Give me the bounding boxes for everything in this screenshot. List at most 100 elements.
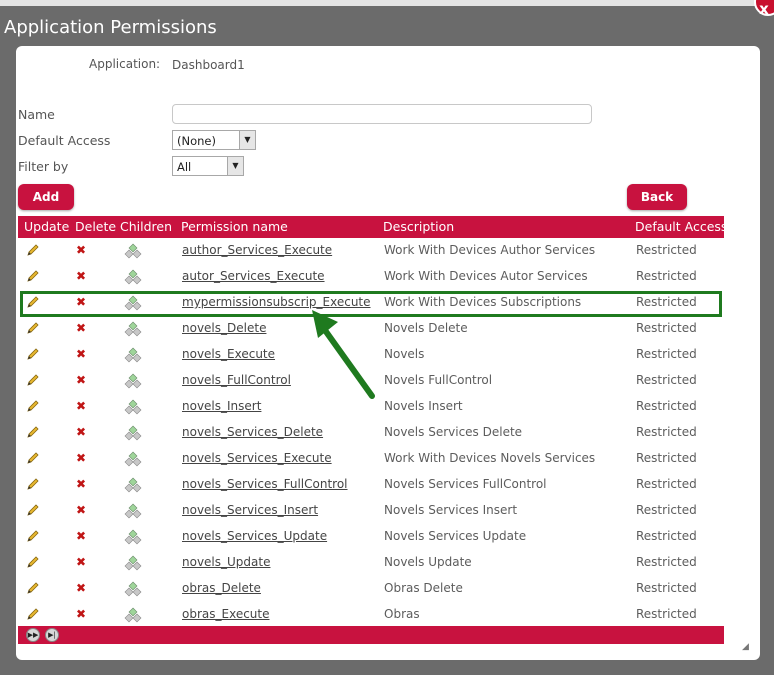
last-page-icon[interactable]: ▶| xyxy=(45,628,59,642)
delete-x-icon[interactable]: ✖ xyxy=(76,503,86,517)
pencil-icon[interactable] xyxy=(26,347,40,364)
delete-x-icon[interactable]: ✖ xyxy=(76,607,86,621)
table-row: ✖ obras_Execute Obras Restricted xyxy=(18,602,724,628)
pencil-icon[interactable] xyxy=(26,503,40,520)
children-icon[interactable] xyxy=(124,425,142,446)
default-access-value: Restricted xyxy=(636,503,697,517)
children-icon[interactable] xyxy=(124,555,142,576)
permission-description: Novels Insert xyxy=(384,399,463,413)
permission-name-link[interactable]: novels_Services_FullControl xyxy=(182,477,348,491)
permission-name-link[interactable]: novels_FullControl xyxy=(182,373,291,387)
pencil-icon[interactable] xyxy=(26,607,40,624)
application-value: Dashboard1 xyxy=(172,58,245,72)
children-icon[interactable] xyxy=(124,347,142,368)
pencil-icon[interactable] xyxy=(26,399,40,416)
delete-x-icon[interactable]: ✖ xyxy=(76,269,86,283)
header-update[interactable]: Update xyxy=(24,219,69,234)
grid-footer: ▶▶ ▶| xyxy=(18,626,724,644)
table-row: ✖ novels_Services_Insert Novels Services I… xyxy=(18,498,724,524)
children-icon[interactable] xyxy=(124,373,142,394)
permission-name-link[interactable]: novels_Services_Insert xyxy=(182,503,318,517)
default-access-value: Restricted xyxy=(636,425,697,439)
children-icon[interactable] xyxy=(124,243,142,264)
add-button[interactable]: Add xyxy=(18,184,74,210)
pencil-icon[interactable] xyxy=(26,555,40,572)
delete-x-icon[interactable]: ✖ xyxy=(76,425,86,439)
chevron-down-icon: ▼ xyxy=(227,157,243,175)
default-access-value: Restricted xyxy=(636,477,697,491)
resize-grip-icon[interactable]: ◢ xyxy=(742,642,749,652)
permission-name-link[interactable]: novels_Delete xyxy=(182,321,266,335)
permission-description: Novels Services Delete xyxy=(384,425,523,439)
pencil-icon[interactable] xyxy=(26,425,40,442)
default-access-select[interactable]: (None) ▼ xyxy=(172,130,256,150)
delete-x-icon[interactable]: ✖ xyxy=(76,347,86,361)
permission-description: Novels xyxy=(384,347,425,361)
pencil-icon[interactable] xyxy=(26,581,40,598)
pencil-icon[interactable] xyxy=(26,269,40,286)
default-access-label: Default Access xyxy=(18,133,111,148)
default-access-value: Restricted xyxy=(636,347,697,361)
delete-x-icon[interactable]: ✖ xyxy=(76,373,86,387)
default-access-value: Restricted xyxy=(636,321,697,335)
children-icon[interactable] xyxy=(124,581,142,602)
name-label: Name xyxy=(18,107,55,122)
delete-x-icon[interactable]: ✖ xyxy=(76,581,86,595)
pencil-icon[interactable] xyxy=(26,243,40,260)
header-description[interactable]: Description xyxy=(383,219,454,234)
delete-x-icon[interactable]: ✖ xyxy=(76,529,86,543)
permission-description: Novels Update xyxy=(384,555,472,569)
permission-name-link[interactable]: obras_Delete xyxy=(182,581,261,595)
permission-name-link[interactable]: author_Services_Execute xyxy=(182,243,332,257)
back-button[interactable]: Back xyxy=(627,184,687,210)
pencil-icon[interactable] xyxy=(26,529,40,546)
children-icon[interactable] xyxy=(124,529,142,550)
permission-name-link[interactable]: obras_Execute xyxy=(182,607,270,621)
table-row: ✖ author_Services_Execute Work With Device… xyxy=(18,238,724,264)
permission-name-link[interactable]: novels_Execute xyxy=(182,347,275,361)
header-permission-name[interactable]: Permission name xyxy=(181,219,288,234)
table-row: ✖ novels_Services_Delete Novels Services D… xyxy=(18,420,724,446)
close-icon: x xyxy=(759,0,769,18)
permission-name-link[interactable]: autor_Services_Execute xyxy=(182,269,325,283)
delete-x-icon[interactable]: ✖ xyxy=(76,243,86,257)
permission-description: Novels Delete xyxy=(384,321,468,335)
permission-name-link[interactable]: novels_Services_Execute xyxy=(182,451,332,465)
chevron-down-icon: ▼ xyxy=(239,131,255,149)
filter-by-value: All xyxy=(177,160,192,174)
window-top-strip xyxy=(0,0,774,6)
pencil-icon[interactable] xyxy=(26,373,40,390)
next-page-icon[interactable]: ▶▶ xyxy=(26,628,40,642)
header-default-access[interactable]: Default Access xyxy=(635,219,727,234)
close-button[interactable]: x xyxy=(754,0,774,18)
delete-x-icon[interactable]: ✖ xyxy=(76,451,86,465)
default-access-value: Restricted xyxy=(636,373,697,387)
permission-name-link[interactable]: novels_Insert xyxy=(182,399,261,413)
children-icon[interactable] xyxy=(124,399,142,420)
filter-by-select[interactable]: All ▼ xyxy=(172,156,244,176)
default-access-value: Restricted xyxy=(636,269,697,283)
permission-name-link[interactable]: novels_Update xyxy=(182,555,270,569)
pencil-icon[interactable] xyxy=(26,321,40,338)
permission-description: Novels Services Insert xyxy=(384,503,518,517)
delete-x-icon[interactable]: ✖ xyxy=(76,555,86,569)
table-row: ✖ novels_Update Novels Update Restricted xyxy=(18,550,724,576)
default-access-value: Restricted xyxy=(636,451,697,465)
pencil-icon[interactable] xyxy=(26,451,40,468)
pencil-icon[interactable] xyxy=(26,477,40,494)
children-icon[interactable] xyxy=(124,269,142,290)
children-icon[interactable] xyxy=(124,477,142,498)
header-delete[interactable]: Delete xyxy=(75,219,116,234)
permission-description: Work With Devices Novels Services xyxy=(384,451,596,465)
delete-x-icon[interactable]: ✖ xyxy=(76,399,86,413)
name-input[interactable] xyxy=(172,104,592,124)
permission-name-link[interactable]: novels_Services_Update xyxy=(182,529,327,543)
children-icon[interactable] xyxy=(124,503,142,524)
delete-x-icon[interactable]: ✖ xyxy=(76,321,86,335)
children-icon[interactable] xyxy=(124,607,142,628)
header-children[interactable]: Children xyxy=(120,219,172,234)
children-icon[interactable] xyxy=(124,321,142,342)
children-icon[interactable] xyxy=(124,451,142,472)
permission-name-link[interactable]: novels_Services_Delete xyxy=(182,425,323,439)
delete-x-icon[interactable]: ✖ xyxy=(76,477,86,491)
